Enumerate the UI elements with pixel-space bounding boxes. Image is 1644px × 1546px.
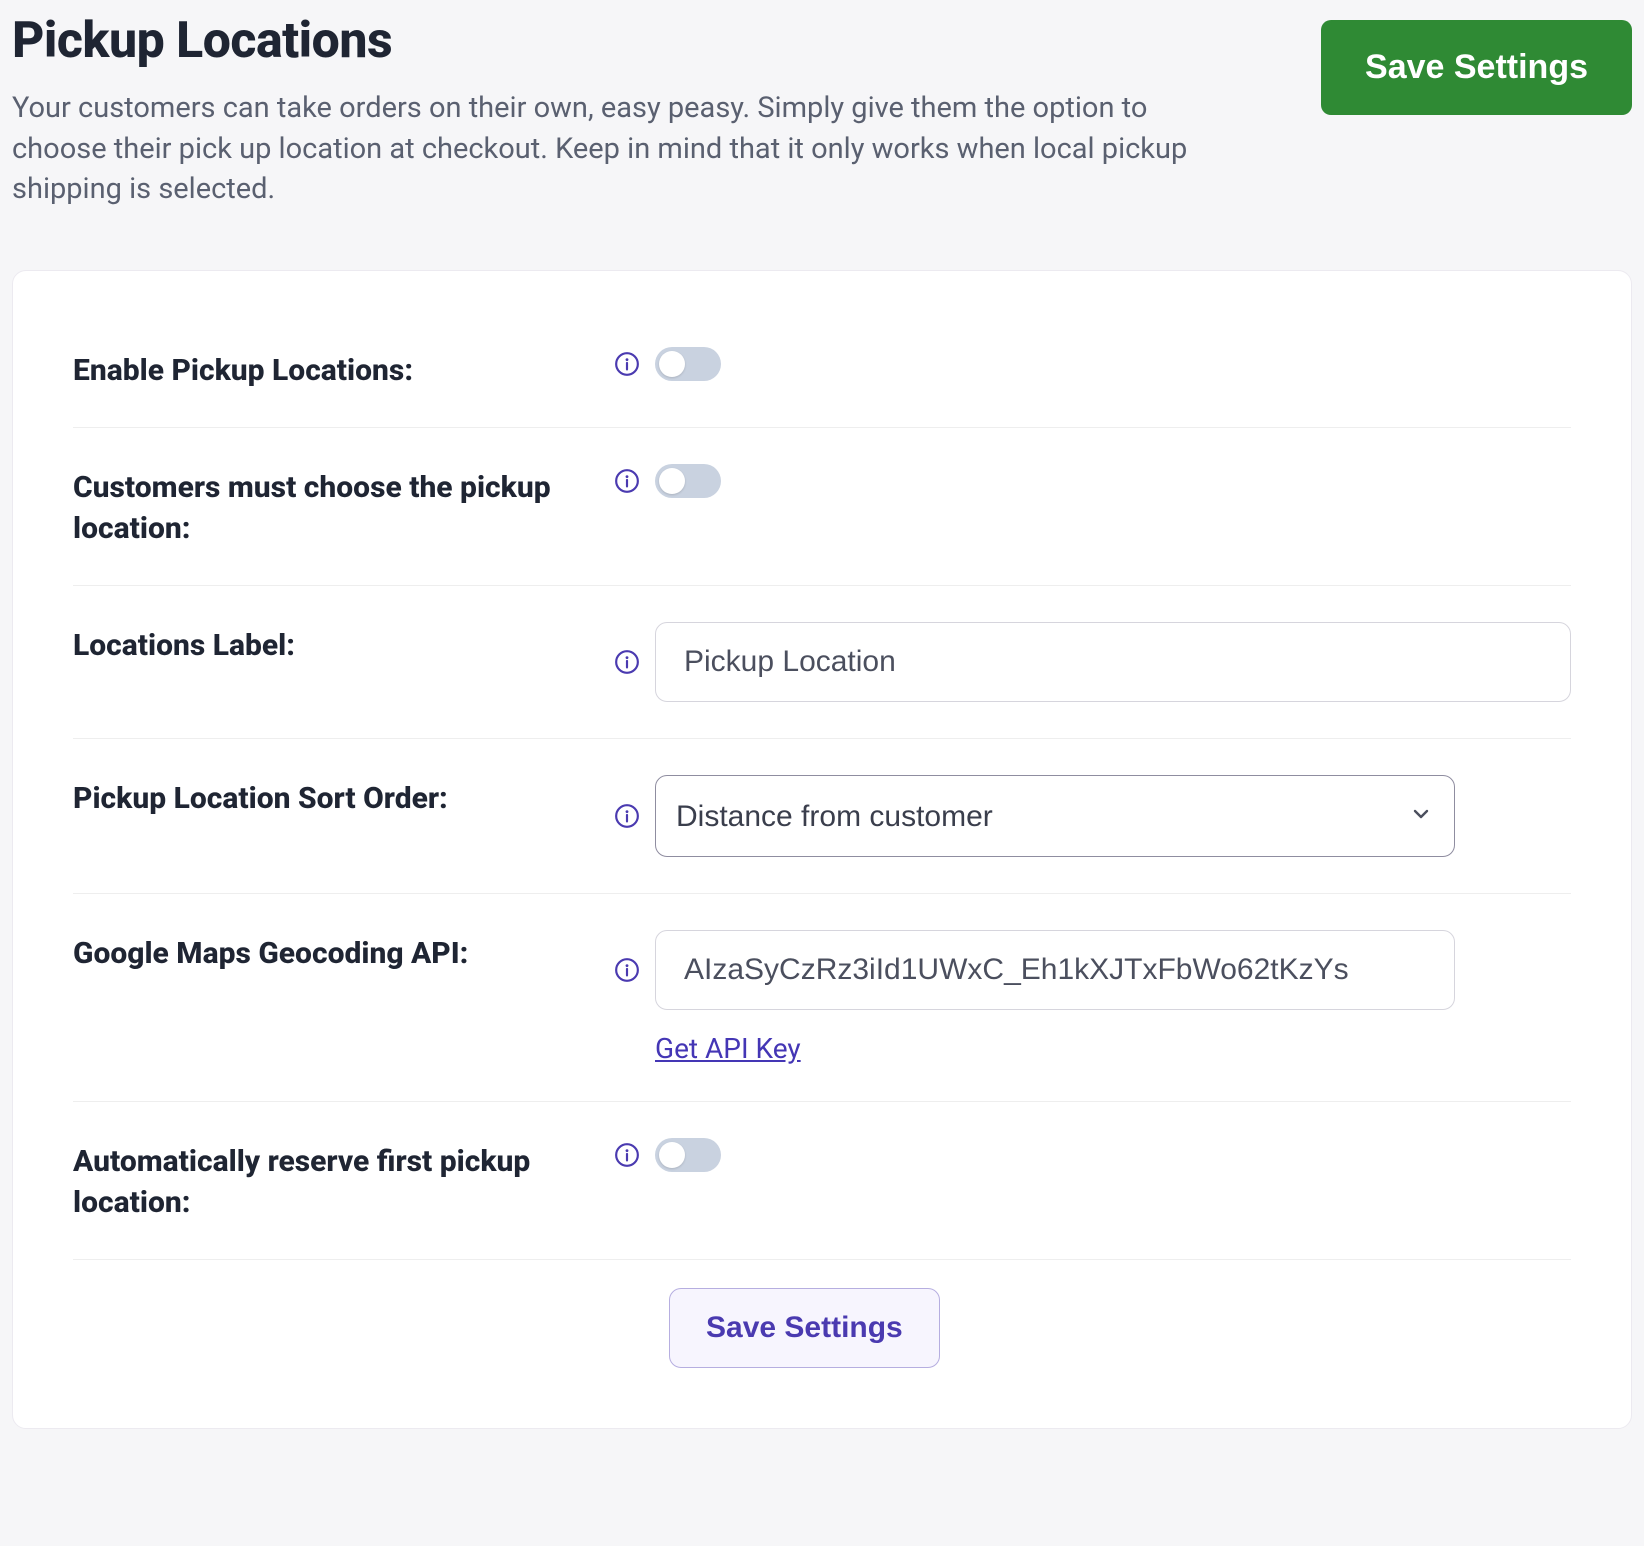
- locations-label-input[interactable]: [655, 622, 1571, 702]
- enable-pickup-toggle[interactable]: [655, 347, 721, 381]
- row-locations-label: Locations Label:: [73, 586, 1571, 739]
- page-header: Pickup Locations Your customers can take…: [12, 12, 1632, 270]
- page-description: Your customers can take orders on their …: [12, 88, 1192, 210]
- must-choose-label: Customers must choose the pickup locatio…: [73, 464, 613, 549]
- auto-reserve-toggle[interactable]: [655, 1138, 721, 1172]
- submit-row: Save Settings: [73, 1260, 1571, 1368]
- get-api-key-link[interactable]: Get API Key: [655, 1032, 801, 1065]
- geocoding-api-label: Google Maps Geocoding API:: [73, 930, 613, 975]
- row-must-choose: Customers must choose the pickup locatio…: [73, 428, 1571, 586]
- geocoding-api-input[interactable]: [655, 930, 1455, 1010]
- row-auto-reserve: Automatically reserve first pickup locat…: [73, 1102, 1571, 1260]
- row-sort-order: Pickup Location Sort Order: Distance fro…: [73, 739, 1571, 894]
- enable-pickup-label: Enable Pickup Locations:: [73, 347, 613, 392]
- info-icon[interactable]: [613, 1141, 641, 1169]
- save-settings-top-button[interactable]: Save Settings: [1321, 20, 1632, 115]
- info-icon[interactable]: [613, 467, 641, 495]
- info-icon[interactable]: [613, 956, 641, 984]
- info-icon[interactable]: [613, 802, 641, 830]
- row-geocoding-api: Google Maps Geocoding API: Get API Key: [73, 894, 1571, 1102]
- row-enable-pickup: Enable Pickup Locations:: [73, 311, 1571, 429]
- page-title: Pickup Locations: [12, 12, 1192, 70]
- save-settings-bottom-button[interactable]: Save Settings: [669, 1288, 940, 1368]
- info-icon[interactable]: [613, 648, 641, 676]
- sort-order-select[interactable]: Distance from customer: [655, 775, 1455, 857]
- auto-reserve-label: Automatically reserve first pickup locat…: [73, 1138, 613, 1223]
- sort-order-label: Pickup Location Sort Order:: [73, 775, 613, 820]
- settings-card: Enable Pickup Locations: Customers must …: [12, 270, 1632, 1430]
- info-icon[interactable]: [613, 350, 641, 378]
- locations-label-label: Locations Label:: [73, 622, 613, 667]
- must-choose-toggle[interactable]: [655, 464, 721, 498]
